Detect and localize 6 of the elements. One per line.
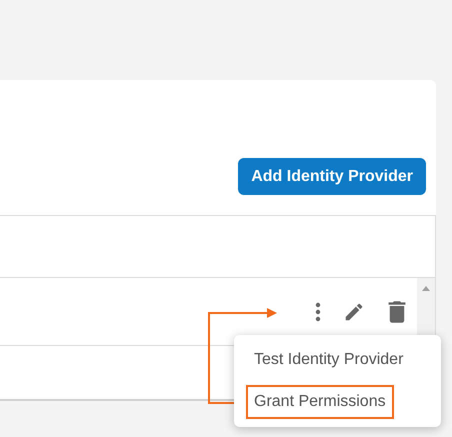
menu-item[interactable]: Test Identity Provider [246, 343, 412, 377]
pencil-icon[interactable] [343, 300, 365, 322]
trash-icon[interactable] [387, 300, 407, 324]
menu-item[interactable]: Grant Permissions [246, 385, 394, 419]
more-options-icon[interactable] [315, 302, 321, 322]
add-provider-button[interactable]: Add Identity Provider [238, 158, 426, 195]
